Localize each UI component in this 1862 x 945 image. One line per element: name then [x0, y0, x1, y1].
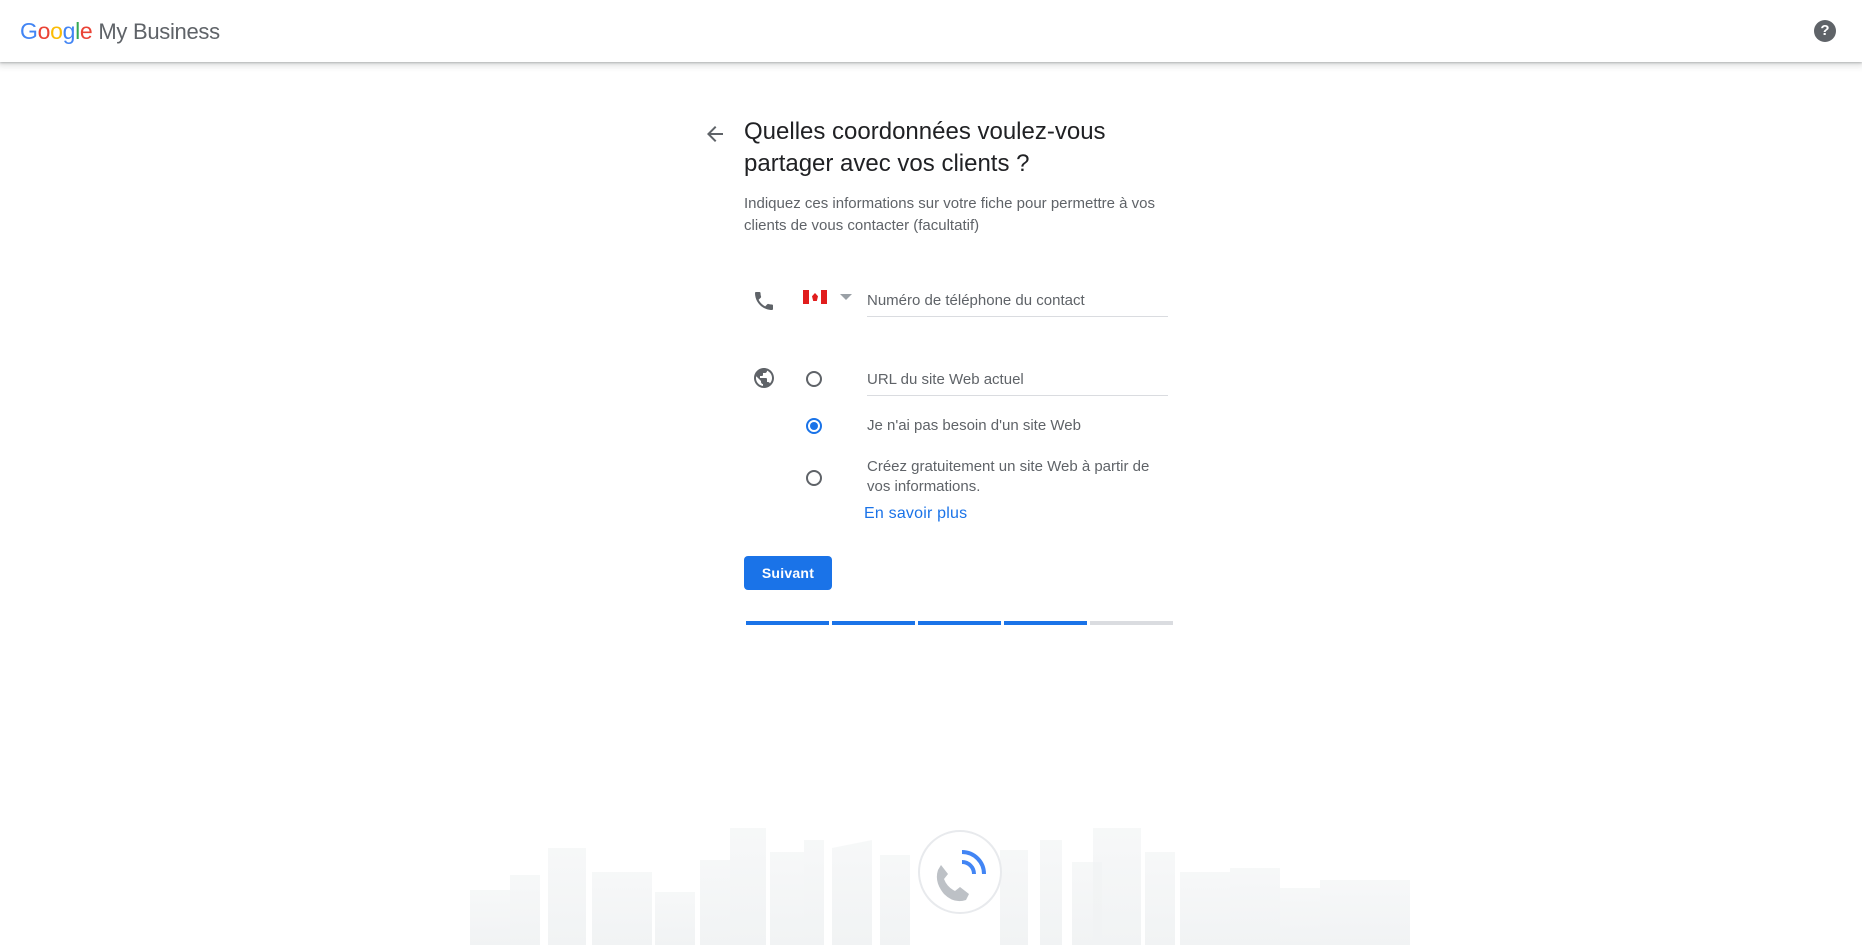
phone-icon	[755, 292, 773, 310]
progress-segment	[1004, 621, 1087, 625]
canada-flag-icon	[803, 290, 827, 304]
phone-number-input[interactable]	[867, 286, 1168, 317]
brand-letter: o	[37, 18, 51, 44]
brand-letter: o	[50, 18, 63, 44]
next-button[interactable]: Suivant	[744, 556, 832, 590]
arrow-back-icon[interactable]	[703, 122, 727, 146]
learn-more-link[interactable]: En savoir plus	[864, 505, 967, 523]
website-option-create-label[interactable]: Créez gratuitement un site Web à partir …	[867, 457, 1167, 497]
google-wordmark: Google	[20, 18, 93, 45]
product-name: My Business	[98, 19, 220, 44]
progress-segment	[918, 621, 1001, 625]
website-url-input[interactable]	[867, 365, 1168, 396]
page-title: Quelles coordonnées voulez-vous partager…	[744, 118, 1106, 177]
chevron-down-icon	[840, 294, 852, 300]
country-code-select[interactable]	[803, 290, 852, 304]
page-subtitle: Indiquez ces informations sur votre fich…	[744, 195, 1156, 234]
city-skyline-illustration	[470, 828, 1410, 945]
top-app-bar: Google My Business ?	[0, 0, 1862, 62]
brand-logo[interactable]: Google My Business	[20, 18, 220, 45]
progress-segment	[1090, 621, 1173, 625]
step-progress-bar	[746, 621, 1173, 625]
website-option-create-radio[interactable]	[806, 470, 822, 486]
brand-letter: G	[20, 18, 38, 44]
help-icon[interactable]: ?	[1814, 20, 1836, 42]
progress-segment	[832, 621, 915, 625]
website-option-url-radio[interactable]	[806, 371, 822, 387]
website-option-none-radio[interactable]	[806, 418, 822, 434]
globe-icon	[754, 368, 774, 388]
brand-letter: e	[79, 18, 93, 44]
brand-letter: g	[62, 18, 76, 44]
website-option-none-label[interactable]: Je n'ai pas besoin d'un site Web	[867, 416, 1167, 436]
progress-segment	[746, 621, 829, 625]
